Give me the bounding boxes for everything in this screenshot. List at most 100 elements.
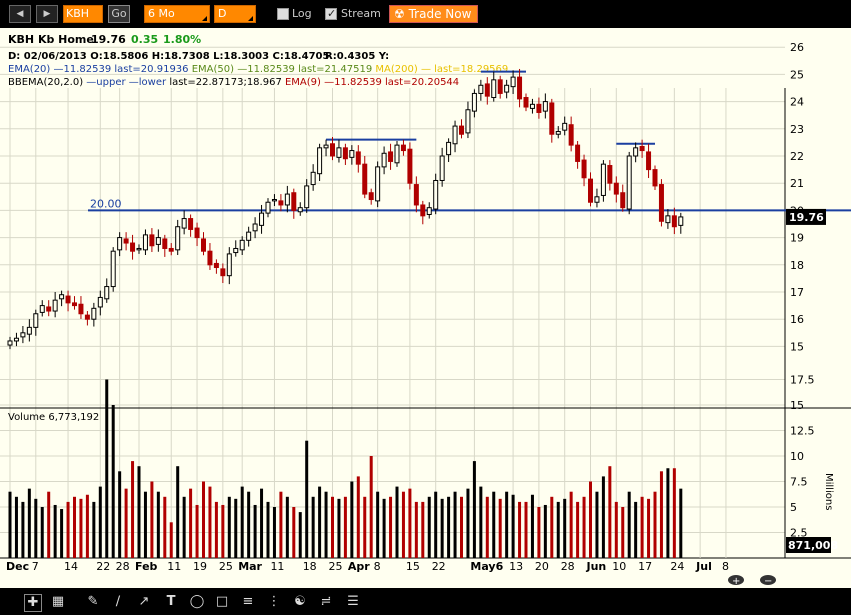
levels-icon[interactable]: ☰ [345,594,361,610]
volume-bar [350,481,354,558]
time-tick-label: Mar [238,560,262,573]
log-checkbox[interactable] [277,8,289,20]
volume-bar [285,496,289,558]
candle-body [52,299,58,312]
candle-body [168,247,174,252]
candle-body [194,227,200,239]
volume-bar [337,498,341,558]
candle-body [213,262,219,269]
parallel-lines-icon[interactable]: ∕ [110,594,126,610]
candle-body [459,125,464,135]
candle-body [13,337,19,342]
volume-bar [434,491,438,558]
prev-symbol-button[interactable]: ◀ [9,5,31,23]
candle-body [368,192,374,201]
candle-body [588,178,593,203]
candle-body [46,306,52,312]
candle-body [594,196,600,203]
candle-body [278,200,284,206]
price-change-pct: 1.80% [163,33,201,46]
volume-tick-label: 7.5 [790,476,808,489]
volume-bar [530,494,534,558]
volume-bar [672,468,676,558]
go-button[interactable]: Go [108,5,130,23]
candle-body [581,159,587,179]
dropdown-corner-icon [202,16,207,21]
legend-part: — [324,77,334,88]
range-readout: R:0.4305 Y: [325,51,389,62]
price-tick-label: 26 [790,41,804,54]
candle-body [523,97,529,108]
candle-body [330,143,335,157]
candle-body [381,152,387,168]
symbol-input[interactable]: KBH [63,5,103,23]
candle-body [439,155,445,181]
fibonacci-icon[interactable]: ≡ [240,594,256,610]
volume-tick-label: 10 [790,450,804,463]
spiral-icon[interactable]: ≓ [318,594,334,610]
volume-bar [550,496,554,558]
log-label: Log [292,7,312,20]
rectangle-icon[interactable]: □ [214,594,230,610]
stream-label: Stream [341,7,381,20]
volume-bar [485,496,489,558]
candle-body [510,76,516,88]
period-select[interactable]: 6 Mo [144,5,210,23]
interval-select[interactable]: D [214,5,256,23]
volume-bar [195,504,199,558]
candle-body [130,242,136,252]
trend-ray-icon[interactable]: ↗ [136,594,152,610]
time-tick-label: 17 [638,560,652,573]
volume-bar [182,496,186,558]
candle-body [626,155,632,210]
candle-body [104,286,110,300]
triangle-right-icon: ▶ [43,9,51,19]
candle-body [555,131,561,135]
volume-bar [576,501,580,558]
legend-part: — [421,64,431,75]
pen-line-icon[interactable]: ✎ [85,594,101,610]
next-symbol-button[interactable]: ▶ [36,5,58,23]
cursor-crosshair-icon[interactable]: ✚ [24,594,42,612]
volume-bar [440,498,444,558]
volume-bar [382,498,386,558]
volume-bar [105,379,109,558]
candle-body [323,144,329,149]
pitchfork-icon[interactable]: ☯ [292,594,308,610]
text-tool-icon[interactable]: T [163,594,179,610]
go-button-label: Go [111,7,127,20]
zoom-out-icon: − [764,576,772,587]
candle-body [117,237,123,251]
price-tick-label: 23 [790,123,804,136]
trade-now-button[interactable]: ☢ Trade Now [389,5,479,23]
volume-bar [73,496,76,558]
volume-bar [447,496,451,558]
volume-bar [66,501,70,558]
price-chart[interactable]: KBH Kb Home 19.76 0.35 1.80% D: 02/06/20… [0,28,851,588]
candle-body [207,250,213,266]
volume-bar [466,488,470,558]
ellipse-icon[interactable]: ◯ [189,594,205,610]
gann-fan-icon[interactable]: ⋮ [266,594,282,610]
svg-text:871,008: 871,008 [788,539,838,552]
select-box-icon[interactable]: ▦ [50,594,66,610]
volume-bar [292,507,296,558]
volume-bar [131,461,135,558]
candle-body [291,192,297,211]
time-tick-label: 14 [64,560,78,573]
volume-bar [653,491,657,558]
stream-checkbox[interactable] [325,6,337,22]
volume-bar [227,496,231,558]
volume-bar [601,476,605,558]
candle-body [568,124,574,146]
price-change: 0.35 [131,33,158,46]
volume-bar [156,491,160,558]
candle-body [317,147,323,175]
volume-bar [118,471,122,558]
candle-body [452,125,458,145]
volume-bar [589,481,592,558]
volume-bar [111,405,115,558]
volume-bar [53,504,57,558]
volume-bar [279,491,283,558]
volume-bar [511,494,515,558]
